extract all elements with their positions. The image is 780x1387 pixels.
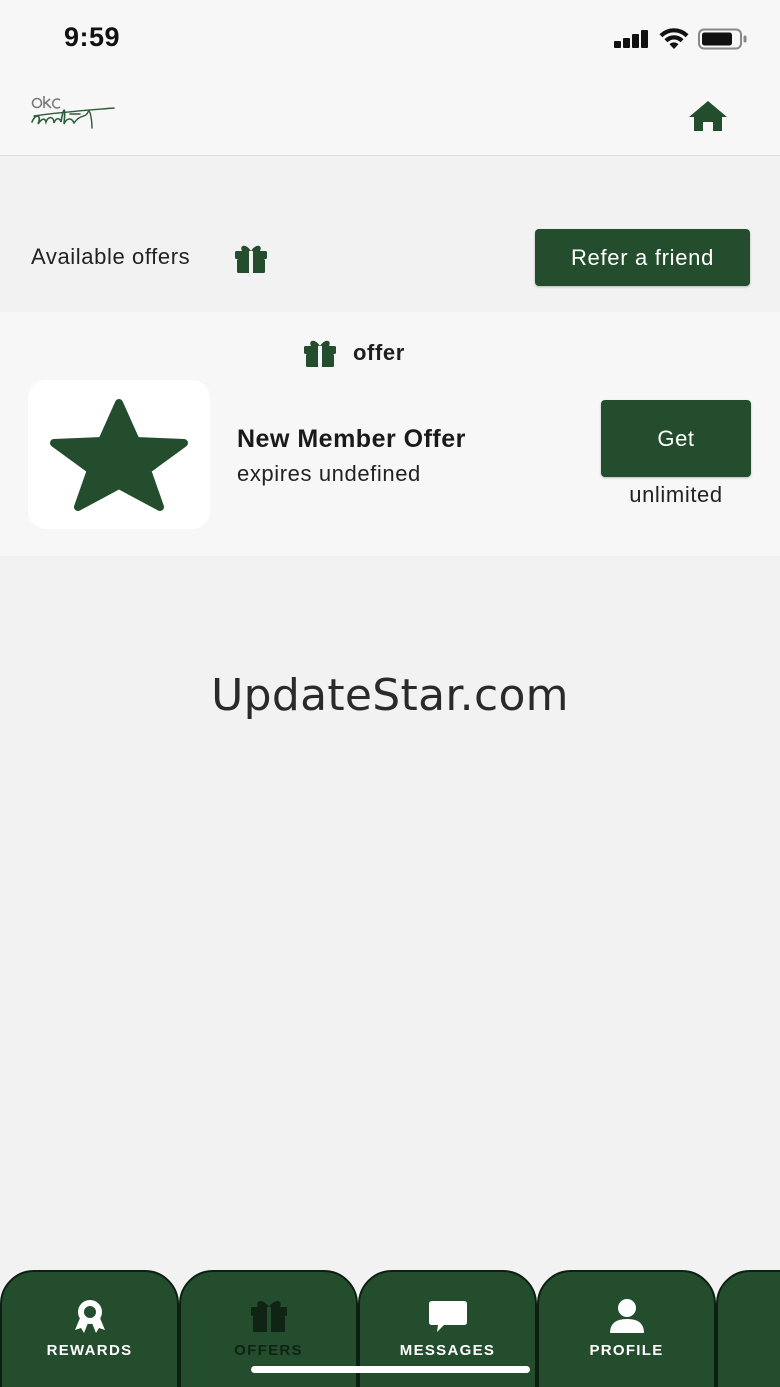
offer-limit: unlimited bbox=[629, 482, 723, 507]
message-icon bbox=[428, 1301, 467, 1332]
tab-label: PROFILE bbox=[589, 1342, 664, 1359]
tab-label: OFFERS bbox=[234, 1342, 303, 1359]
gift-icon bbox=[235, 245, 267, 273]
offer-section-title: offer bbox=[353, 340, 405, 365]
app-header bbox=[0, 78, 780, 156]
home-icon[interactable] bbox=[686, 98, 730, 134]
gift-icon bbox=[250, 1300, 287, 1332]
home-indicator bbox=[251, 1366, 530, 1373]
offer-title: New Member Offer bbox=[237, 425, 466, 453]
cellular-signal-icon bbox=[614, 30, 650, 48]
watermark-text: UpdateStar.com bbox=[211, 670, 569, 721]
battery-icon bbox=[698, 28, 747, 50]
star-icon bbox=[50, 399, 188, 511]
tab-rewards[interactable]: REWARDS bbox=[0, 1270, 179, 1387]
gift-icon bbox=[304, 340, 336, 367]
available-offers-label: Available offers bbox=[31, 244, 191, 269]
profile-icon bbox=[609, 1299, 644, 1333]
tab-more[interactable] bbox=[716, 1270, 780, 1387]
status-time: 9:59 bbox=[64, 22, 121, 52]
offer-image[interactable] bbox=[28, 380, 210, 529]
tab-profile[interactable]: PROFILE bbox=[537, 1270, 716, 1387]
get-offer-button[interactable]: Get bbox=[601, 400, 751, 477]
offer-expiry: expires undefined bbox=[237, 461, 421, 486]
tab-label: MESSAGES bbox=[399, 1342, 496, 1359]
wifi-icon bbox=[659, 28, 689, 49]
offers-header: Available offers Refer a friend bbox=[0, 156, 780, 312]
rewards-icon bbox=[74, 1300, 105, 1333]
okc-craft-logo[interactable] bbox=[30, 92, 118, 138]
status-bar: 9:59 bbox=[0, 0, 780, 78]
tab-label: REWARDS bbox=[46, 1342, 133, 1359]
refer-friend-button[interactable]: Refer a friend bbox=[535, 229, 750, 286]
offer-section: offer New Member Offer expires undefined… bbox=[0, 312, 780, 556]
